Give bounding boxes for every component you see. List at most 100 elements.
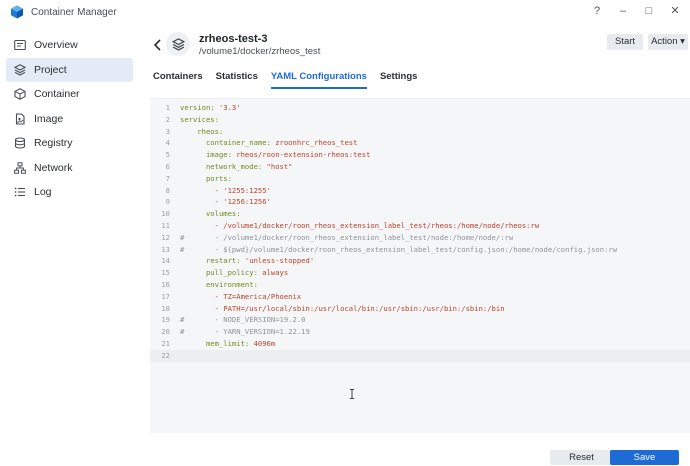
overview-icon <box>14 39 26 51</box>
container-icon <box>14 88 26 100</box>
line-number: 22 <box>161 350 170 360</box>
code-line: 3 rheos: <box>150 126 690 138</box>
line-number: 6 <box>165 162 170 171</box>
code-line: 7 ports: <box>150 173 690 185</box>
code-text: - ${pwd}/volume1/docker/roon_rheos_exten… <box>180 244 618 254</box>
app-title: Container Manager <box>31 7 117 18</box>
project-stack-icon <box>171 37 185 51</box>
line-number: 21 <box>161 339 170 348</box>
line-number: 12 <box>161 232 170 242</box>
code-text: services: <box>180 114 219 124</box>
code-text: volumes: <box>180 209 241 219</box>
code-text: environment: <box>180 280 258 289</box>
line-number: 5 <box>165 150 170 160</box>
code-line: 12 # - /volume1/docker/roon_rheos_extensi… <box>150 232 690 244</box>
network-icon <box>14 162 26 174</box>
sidebar-item-project[interactable]: Project <box>6 58 133 82</box>
code-text: container_name: zroonhrc_rheos_test <box>180 138 358 148</box>
sidebar-item-overview[interactable]: Overview <box>6 33 133 57</box>
project-avatar <box>166 32 190 56</box>
line-number: 1 <box>165 103 170 112</box>
code-line: 17 - TZ=America/Phoenix <box>150 291 690 303</box>
line-number: 4 <box>165 138 170 148</box>
tab-settings[interactable]: Settings <box>380 71 417 89</box>
reset-button[interactable]: Reset <box>550 450 613 465</box>
code-line: 11 - /volume1/docker/roon_rheos_extensio… <box>150 220 690 232</box>
code-line: 15 pull_policy: always <box>150 267 690 279</box>
code-line: 1 version: '3.3' <box>150 102 690 114</box>
tab-bar: Containers Statistics YAML Configuration… <box>153 71 430 89</box>
help-button[interactable]: ? <box>590 4 604 18</box>
close-button[interactable]: ✕ <box>668 4 682 18</box>
yaml-value: "host" <box>266 162 293 171</box>
minimize-button[interactable]: – <box>616 4 630 18</box>
project-icon <box>14 64 26 76</box>
sidebar-item-label: Overview <box>34 39 78 51</box>
code-line: 14 restart: 'unless-stopped' <box>150 255 690 267</box>
action-dropdown-button[interactable]: Action ▾ <box>648 34 688 50</box>
code-line: 6 network_mode: "host" <box>150 161 690 173</box>
yaml-value: '3.3' <box>218 103 241 112</box>
line-number: 2 <box>165 114 170 124</box>
code-line: 8 - '1255:1255' <box>150 185 690 197</box>
line-number: 16 <box>161 280 170 289</box>
sidebar-item-network[interactable]: Network <box>6 156 133 180</box>
code-line: 18 - PATH=/usr/local/sbin:/usr/local/bin… <box>150 303 690 315</box>
line-number: 14 <box>161 256 170 266</box>
registry-icon <box>14 137 26 149</box>
code-text: - YARN_VERSION=1.22.19 <box>180 327 310 337</box>
code-line: 21 mem_limit: 4096m <box>150 338 690 350</box>
sidebar-item-label: Container <box>34 88 80 100</box>
container-manager-logo-icon <box>11 5 23 19</box>
footer-bar: Reset Save <box>140 433 690 466</box>
code-text: - '1255:1255' <box>180 185 271 195</box>
line-number: 15 <box>161 268 170 278</box>
sidebar-item-label: Image <box>34 113 64 125</box>
yaml-editor[interactable]: 1 version: '3.3' 2 services: 3 rheos: 4 conta… <box>150 98 690 433</box>
project-name: zrheos-test-3 <box>199 33 268 45</box>
window-controls: ? – □ ✕ <box>590 4 682 18</box>
tab-statistics[interactable]: Statistics <box>216 71 258 89</box>
sidebar-item-image[interactable]: Image <box>6 107 133 131</box>
tab-yaml-configurations[interactable]: YAML Configurations <box>270 71 368 89</box>
yaml-value: 'unless-stopped' <box>244 256 315 266</box>
code-text: network_mode: "host" <box>180 162 293 171</box>
save-button[interactable]: Save <box>610 450 679 465</box>
code-text: - '1256:1256' <box>180 197 271 207</box>
line-number: 7 <box>165 173 170 183</box>
tab-containers[interactable]: Containers <box>153 71 203 89</box>
sidebar-item-container[interactable]: Container <box>6 82 133 106</box>
code-line: 13 # - ${pwd}/volume1/docker/roon_rheos_e… <box>150 244 690 256</box>
project-path: /volume1/docker/zrheos_test <box>199 46 321 57</box>
code-line: 20 # - YARN_VERSION=1.22.19 <box>150 326 690 338</box>
code-text: - NODE_VERSION=19.2.0 <box>180 315 306 325</box>
sidebar-item-log[interactable]: Log <box>6 180 133 204</box>
code-line: 4 container_name: zroonhrc_rheos_test <box>150 137 690 149</box>
yaml-value: zroonhrc_rheos_test <box>275 138 358 148</box>
start-button[interactable]: Start <box>607 34 643 50</box>
line-number: 19 <box>161 315 170 325</box>
code-text: pull_policy: always <box>180 268 289 278</box>
code-line: 5 image: rheos/roon-extension-rheos:test <box>150 149 690 161</box>
sidebar: Overview Project Container Image Registr… <box>0 25 140 466</box>
code-line: 2 services: <box>150 114 690 126</box>
code-text: rheos: <box>180 126 224 136</box>
code-text: - /volume1/docker/roon_rheos_extension_l… <box>180 221 540 230</box>
code-line: 9 - '1256:1256' <box>150 196 690 208</box>
maximize-button[interactable]: □ <box>642 4 656 18</box>
sidebar-item-registry[interactable]: Registry <box>6 131 133 155</box>
yaml-value: rheos/roon-extension-rheos:test <box>236 150 371 160</box>
line-number: 9 <box>165 197 170 207</box>
code-text: mem_limit: 4096m <box>180 339 276 348</box>
back-arrow-icon[interactable] <box>152 38 164 52</box>
log-icon <box>14 187 25 197</box>
line-number: 20 <box>161 327 170 337</box>
line-number: 18 <box>161 303 170 313</box>
code-text: version: '3.3' <box>180 103 241 112</box>
code-text: restart: 'unless-stopped' <box>180 256 315 266</box>
yaml-value: 4096m <box>253 339 276 348</box>
sidebar-item-label: Network <box>34 162 73 174</box>
main-panel: zrheos-test-3 /volume1/docker/zrheos_tes… <box>140 25 690 466</box>
line-number: 8 <box>165 185 170 195</box>
code-line: 10 volumes: <box>150 208 690 220</box>
